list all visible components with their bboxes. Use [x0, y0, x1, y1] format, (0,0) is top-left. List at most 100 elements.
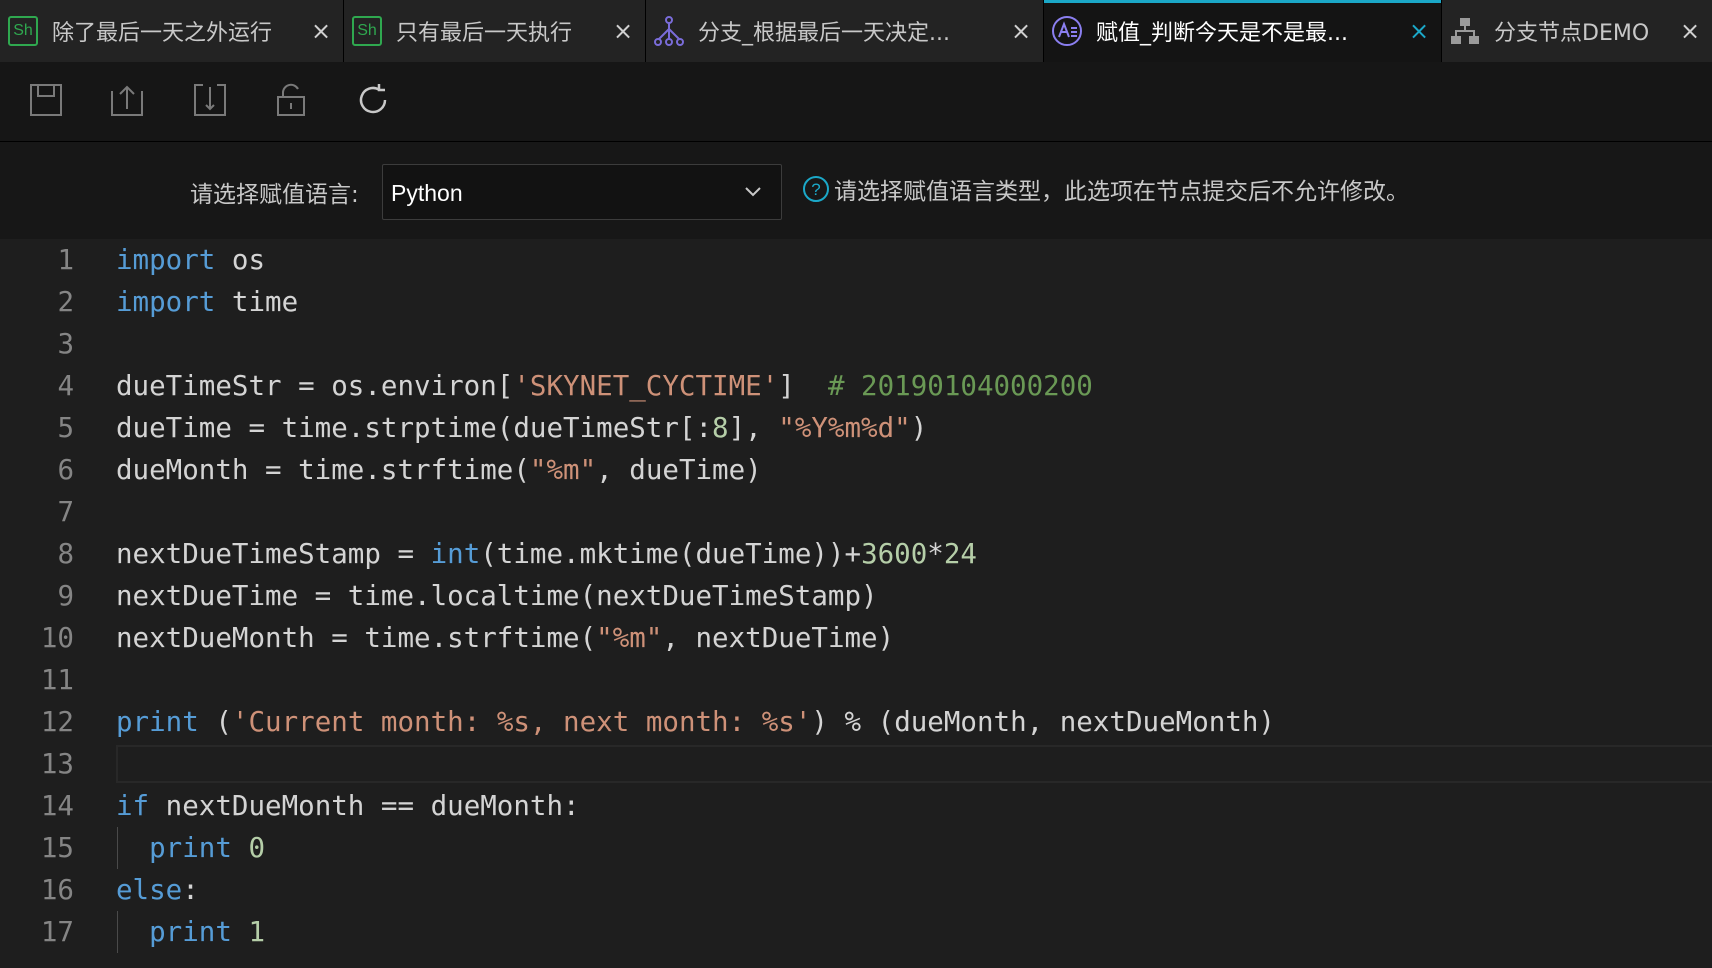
code-token: dueMonth = time.strftime(	[116, 454, 530, 486]
code-token: int	[430, 538, 481, 570]
code-line[interactable]: 4 dueTimeStr = os.environ['SKYNET_CYCTIME…	[0, 365, 1712, 407]
line-content: print 0	[116, 827, 265, 869]
toolbar	[0, 62, 1712, 142]
line-content: nextDueMonth = time.strftime("%m", nextD…	[116, 617, 894, 659]
code-token: 24	[943, 538, 977, 570]
code-token: else	[116, 874, 183, 906]
code-line[interactable]: 5 dueTime = time.strptime(dueTimeStr[:8],…	[0, 407, 1712, 449]
code-token: import	[116, 244, 216, 276]
unlock-button[interactable]	[271, 82, 311, 122]
code-token: time	[215, 286, 299, 318]
tab-label: 分支节点DEMO	[1494, 21, 1650, 46]
close-icon[interactable]: ×	[1009, 19, 1033, 43]
tab-label: 只有最后一天执行	[396, 21, 573, 46]
line-number: 16	[40, 874, 74, 906]
close-icon[interactable]: ×	[309, 19, 333, 43]
tab-only-last-day[interactable]: Sh 只有最后一天执行 ×	[344, 0, 646, 62]
publish-icon	[193, 83, 227, 121]
code-token: ) % (dueMonth, nextDueMonth)	[811, 706, 1275, 738]
code-line[interactable]: 11	[0, 659, 1712, 701]
close-icon[interactable]: ×	[611, 19, 635, 43]
code-line[interactable]: 9 nextDueTime = time.localtime(nextDueTim…	[0, 575, 1712, 617]
close-icon[interactable]: ×	[1407, 19, 1431, 43]
line-content: if nextDueMonth == dueMonth:	[116, 785, 580, 827]
code-line[interactable]: 17 print 1	[0, 911, 1712, 953]
code-token: "%Y%m%d"	[778, 412, 911, 444]
line-number: 15	[40, 832, 74, 864]
code-line[interactable]: 16 else:	[0, 869, 1712, 911]
code-token: 8	[712, 412, 729, 444]
code-token: print	[149, 916, 232, 948]
code-line[interactable]: 10 nextDueMonth = time.strftime("%m", nex…	[0, 617, 1712, 659]
save-button[interactable]	[26, 82, 66, 122]
help-icon[interactable]: ?	[802, 175, 830, 203]
code-token: *	[927, 538, 944, 570]
hierarchy-icon	[1448, 14, 1482, 48]
tab-label: 除了最后一天之外运行	[52, 21, 273, 46]
unlock-icon	[274, 83, 308, 121]
code-token: print	[116, 706, 199, 738]
close-icon[interactable]: ×	[1678, 19, 1702, 43]
code-line[interactable]: 7	[0, 491, 1712, 533]
line-number: 13	[40, 748, 74, 780]
code-line[interactable]: 15 print 0	[0, 827, 1712, 869]
language-select[interactable]: Python	[382, 164, 782, 220]
refresh-button[interactable]	[353, 82, 393, 122]
code-token: import	[116, 286, 216, 318]
shell-badge-icon: Sh	[350, 14, 384, 48]
assignment-icon	[1050, 14, 1084, 48]
tab-label: 赋值_判断今天是不是最...	[1096, 21, 1348, 46]
code-token: ]	[778, 370, 828, 402]
line-number: 17	[40, 916, 74, 948]
code-token: "%m"	[596, 622, 663, 654]
submit-icon	[110, 83, 144, 121]
tab-label: 分支_根据最后一天决定...	[698, 21, 950, 46]
svg-text:?: ?	[811, 180, 820, 199]
tab-branch-demo[interactable]: 分支节点DEMO ×	[1442, 0, 1712, 62]
line-number: 3	[57, 328, 74, 360]
code-line[interactable]: 13	[0, 743, 1712, 785]
language-label: 请选择赋值语言:	[190, 182, 359, 208]
code-token: "%m"	[529, 454, 597, 486]
code-token: dueTimeStr = os.environ[	[116, 370, 514, 402]
code-token: 0	[248, 832, 266, 864]
tab-assignment-last-day[interactable]: 赋值_判断今天是不是最... ×	[1044, 0, 1442, 62]
code-token: nextDueTimeStamp =	[116, 538, 431, 570]
code-line[interactable]: 2 import time	[0, 281, 1712, 323]
code-line[interactable]: 8 nextDueTimeStamp = int(time.mktime(dueT…	[0, 533, 1712, 575]
code-token: print	[149, 832, 232, 864]
save-icon	[29, 83, 63, 121]
code-token: 'Current month: %s, next month: %s'	[231, 706, 812, 738]
tab-except-last-day[interactable]: Sh 除了最后一天之外运行 ×	[0, 0, 344, 62]
line-content: dueTimeStr = os.environ['SKYNET_CYCTIME'…	[116, 365, 1093, 407]
tab-branch-decide[interactable]: 分支_根据最后一天决定... ×	[646, 0, 1044, 62]
code-line[interactable]: 14 if nextDueMonth == dueMonth:	[0, 785, 1712, 827]
code-token: )	[910, 412, 928, 444]
code-token: dueTime = time.strptime(dueTimeStr[:	[116, 412, 713, 444]
publish-button[interactable]	[190, 82, 230, 122]
code-token: , nextDueTime)	[662, 622, 895, 654]
code-line[interactable]: 12 print ('Current month: %s, next month:…	[0, 701, 1712, 743]
code-token: os	[215, 244, 266, 276]
code-line[interactable]: 3	[0, 323, 1712, 365]
editor-window: Sh 除了最后一天之外运行 × Sh 只有最后一天执行 × 分支_根据最后一天决…	[0, 0, 1712, 968]
code-token: (	[198, 706, 232, 738]
code-line[interactable]: 1 import os	[0, 239, 1712, 281]
line-content: else:	[116, 869, 199, 911]
line-number: 10	[40, 622, 74, 654]
line-content: import time	[116, 281, 298, 323]
line-content: print 1	[116, 911, 265, 953]
code-editor[interactable]: 1 import os 2 import time 3 4 dueTimeStr = os.…	[0, 239, 1712, 968]
line-content: dueTime = time.strptime(dueTimeStr[:8], …	[116, 407, 927, 449]
submit-button[interactable]	[107, 82, 147, 122]
line-number: 14	[40, 790, 74, 822]
code-line[interactable]: 6 dueMonth = time.strftime("%m", dueTime)	[0, 449, 1712, 491]
line-number: 1	[57, 244, 74, 276]
line-number: 5	[57, 412, 74, 444]
line-content: print ('Current month: %s, next month: %…	[116, 701, 1275, 743]
code-token: nextDueMonth = time.strftime(	[116, 622, 597, 654]
hint-text: 请选择赋值语言类型，此选项在节点提交后不允许修改。	[834, 179, 1409, 205]
